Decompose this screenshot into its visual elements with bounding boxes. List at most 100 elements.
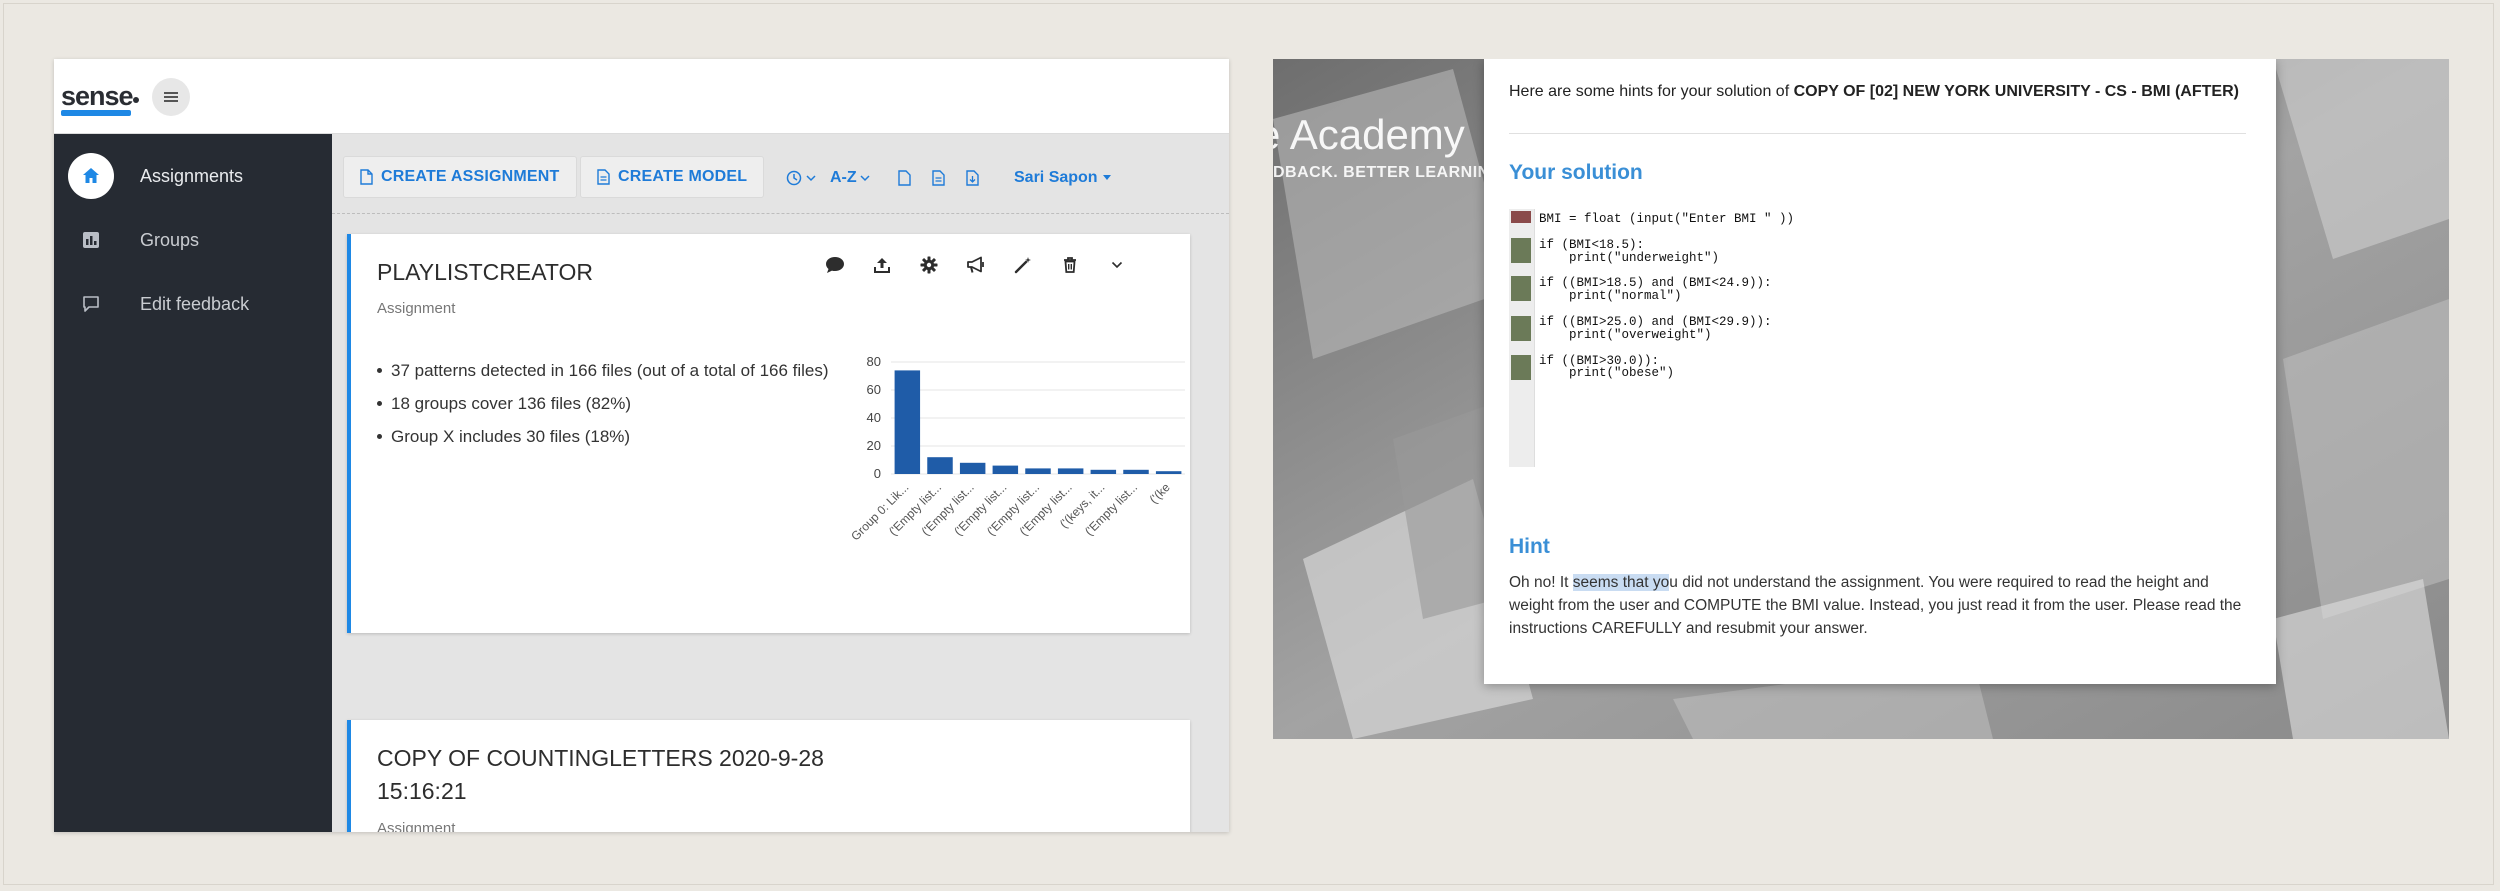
bar-chart-icon [68, 217, 114, 263]
file-text-icon [932, 170, 945, 186]
sense-app-window: sense Assignments Groups Edit feedback C… [54, 59, 1229, 832]
y-tick-label: 20 [867, 438, 881, 453]
trash-icon [1063, 257, 1076, 273]
chart-bar[interactable] [992, 465, 1019, 474]
code-line: if (BMI<18.5): [1539, 237, 1645, 252]
create-assignment-button[interactable]: CREATE ASSIGNMENT [343, 156, 577, 198]
user-name: Sari Sapon [1014, 169, 1098, 186]
chevron-down-icon [1111, 261, 1122, 269]
magic-wand-icon [1014, 257, 1031, 274]
hint-page-window: e Academy DBACK. BETTER LEARNING. Here a… [1273, 59, 2449, 739]
comment-icon [825, 257, 844, 273]
main-content: CREATE ASSIGNMENT CREATE MODEL A-Z Sari … [332, 134, 1229, 832]
chart-bar[interactable] [1057, 468, 1084, 474]
clock-icon [786, 170, 802, 186]
stats-item: 37 patterns detected in 166 files (out o… [377, 354, 832, 387]
chart-bar[interactable] [1155, 471, 1182, 474]
selected-text: seems that yo [1572, 574, 1670, 591]
ok-line-marker [1511, 355, 1531, 380]
y-tick-label: 0 [874, 466, 881, 481]
sidebar-item-assignments[interactable]: Assignments [68, 153, 328, 199]
upload-button[interactable] [858, 250, 905, 280]
code-line: BMI = float (input("Enter BMI " )) [1539, 212, 1795, 226]
history-dropdown[interactable] [786, 166, 816, 190]
delete-button[interactable] [1046, 250, 1093, 280]
top-bar: sense [54, 59, 1229, 134]
code-line: print("overweight") [1539, 327, 1712, 342]
code-editor[interactable]: BMI = float (input("Enter BMI " )) if (B… [1509, 209, 2246, 467]
ok-line-marker [1511, 276, 1531, 301]
sidebar-item-groups[interactable]: Groups [68, 217, 328, 263]
chevron-down-icon [860, 175, 870, 182]
file-icon [898, 170, 911, 186]
hamburger-icon [164, 92, 178, 102]
y-tick-label: 80 [867, 354, 881, 369]
logo-dot [133, 97, 139, 103]
sort-dropdown[interactable]: A-Z [830, 166, 870, 190]
hint-heading: Hint [1509, 535, 1550, 558]
sidebar-item-label: Assignments [140, 165, 244, 186]
sidebar-item-edit-feedback[interactable]: Edit feedback [68, 281, 328, 327]
sidebar: Assignments Groups Edit feedback [54, 134, 332, 832]
chart-bar[interactable] [1123, 469, 1149, 474]
document-lines-icon [597, 169, 610, 185]
gear-icon [920, 256, 937, 274]
code-line: print("normal") [1539, 289, 1682, 304]
megaphone-icon [966, 256, 984, 273]
y-tick-label: 40 [867, 410, 881, 425]
chart-bar[interactable] [894, 370, 921, 474]
announce-button[interactable] [952, 250, 999, 280]
card-actions [811, 250, 1140, 280]
ok-line-marker [1511, 238, 1531, 263]
chart-bar[interactable] [959, 462, 986, 474]
groups-bar-chart: 020406080Group 0: Lik...('Empty list...(… [848, 354, 1185, 543]
chart-bar[interactable] [927, 457, 953, 474]
assignment-name: COPY OF [02] NEW YORK UNIVERSITY - CS - … [1793, 83, 2239, 100]
code-line: if ((BMI>25.0) and (BMI<29.9)): [1539, 314, 1772, 329]
stats-item: Group X includes 30 files (18%) [377, 420, 832, 453]
chart-bar[interactable] [1090, 469, 1117, 474]
sidebar-item-label: Groups [140, 229, 200, 250]
sense-logo: sense [61, 81, 134, 111]
hint-intro: Here are some hints for your solution of… [1509, 83, 2239, 100]
magic-button[interactable] [999, 250, 1046, 280]
card-title-line1: COPY OF COUNTINGLETTERS 2020-9-28 [377, 745, 824, 771]
file-text-button[interactable] [932, 166, 945, 190]
home-icon [68, 153, 114, 199]
toolbar: CREATE ASSIGNMENT CREATE MODEL A-Z Sari … [332, 134, 1229, 214]
background-site-title: e Academy [1273, 111, 1465, 158]
create-model-button[interactable]: CREATE MODEL [580, 156, 765, 198]
solution-heading: Your solution [1509, 161, 1643, 184]
logo-underline [61, 110, 131, 116]
y-tick-label: 60 [867, 382, 881, 397]
speech-bubble-icon [68, 281, 114, 327]
file-view-button[interactable] [898, 166, 911, 190]
chart-bar[interactable] [1025, 468, 1051, 474]
card-title-line2: 15:16:21 [377, 778, 467, 804]
file-download-icon [966, 170, 979, 186]
background-site-tagline: DBACK. BETTER LEARNING. [1273, 164, 1508, 181]
code-line: print("underweight") [1539, 250, 1720, 265]
settings-button[interactable] [905, 250, 952, 280]
upload-icon [873, 258, 890, 273]
error-line-marker [1511, 211, 1531, 223]
divider [1509, 133, 2246, 134]
file-download-button[interactable] [966, 166, 979, 190]
user-dropdown[interactable]: Sari Sapon [1014, 166, 1112, 190]
card-subtitle: Assignment [377, 820, 456, 832]
sort-label: A-Z [830, 169, 857, 186]
stats-item: 18 groups cover 136 files (82%) [377, 387, 832, 420]
menu-toggle-button[interactable] [152, 78, 190, 116]
assignment-card[interactable]: COPY OF COUNTINGLETTERS 2020-9-28 15:16:… [347, 720, 1190, 832]
expand-button[interactable] [1093, 250, 1140, 280]
assignment-card[interactable]: PLAYLISTCREATOR Assignment 37 patterns d… [347, 234, 1190, 633]
stats-list: 37 patterns detected in 166 files (out o… [377, 354, 832, 453]
comment-button[interactable] [811, 250, 858, 280]
card-title: PLAYLISTCREATOR [377, 259, 594, 285]
hint-modal: Here are some hints for your solution of… [1484, 59, 2276, 684]
x-tick-label: ('(ke [1147, 480, 1173, 506]
code-gutter [1509, 209, 1535, 467]
caret-down-icon [1102, 175, 1111, 180]
card-subtitle: Assignment [377, 300, 456, 317]
chevron-down-icon [806, 175, 816, 182]
